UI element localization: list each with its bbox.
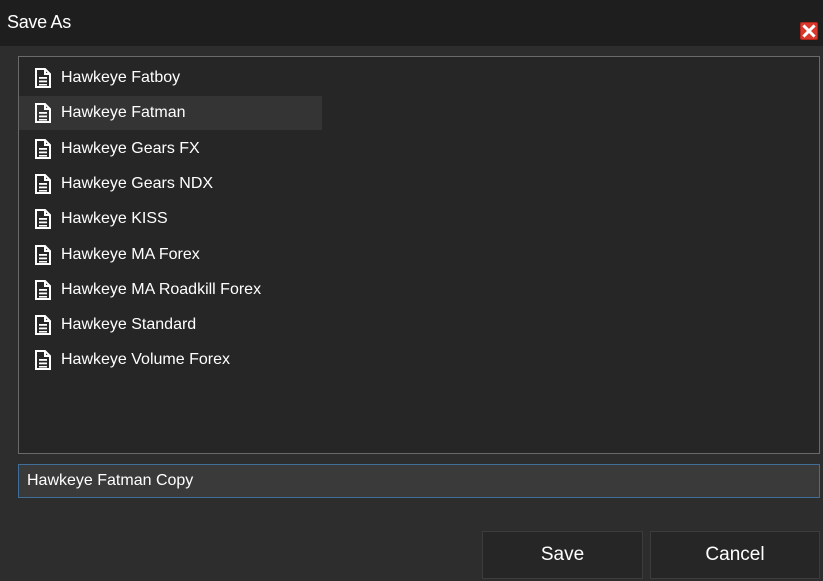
dialog-title: Save As bbox=[7, 12, 71, 32]
file-item-label: Hawkeye MA Roadkill Forex bbox=[61, 281, 262, 298]
document-icon bbox=[35, 209, 51, 229]
file-item-hawkeye-fatman[interactable]: Hawkeye Fatman bbox=[19, 96, 322, 130]
file-item-label: Hawkeye Standard bbox=[61, 316, 197, 333]
title-bar[interactable]: Save As bbox=[0, 0, 823, 46]
file-item-hawkeye-volume-forex[interactable]: Hawkeye Volume Forex bbox=[19, 343, 322, 377]
file-item-label: Hawkeye Fatman bbox=[61, 104, 186, 121]
file-item-label: Hawkeye Gears FX bbox=[61, 140, 200, 157]
close-icon[interactable] bbox=[800, 22, 818, 40]
save-as-dialog: Save As Hawkeye Fatboy Hawkeye Fatman Ha… bbox=[0, 0, 823, 581]
document-icon bbox=[35, 245, 51, 265]
file-item-hawkeye-kiss[interactable]: Hawkeye KISS bbox=[19, 202, 322, 236]
file-item-label: Hawkeye Fatboy bbox=[61, 69, 181, 86]
file-list[interactable]: Hawkeye Fatboy Hawkeye Fatman Hawkeye Ge… bbox=[18, 56, 820, 454]
file-item-hawkeye-fatboy[interactable]: Hawkeye Fatboy bbox=[19, 61, 322, 95]
document-icon bbox=[35, 139, 51, 159]
file-item-hawkeye-ma-forex[interactable]: Hawkeye MA Forex bbox=[19, 238, 322, 272]
filename-input[interactable] bbox=[18, 464, 820, 498]
file-item-label: Hawkeye Gears NDX bbox=[61, 175, 214, 192]
document-icon bbox=[35, 103, 51, 123]
document-icon bbox=[35, 68, 51, 88]
file-item-hawkeye-standard[interactable]: Hawkeye Standard bbox=[19, 308, 322, 342]
file-item-hawkeye-ma-roadkill-forex[interactable]: Hawkeye MA Roadkill Forex bbox=[19, 273, 322, 307]
file-item-label: Hawkeye MA Forex bbox=[61, 246, 200, 263]
document-icon bbox=[35, 174, 51, 194]
file-item-label: Hawkeye Volume Forex bbox=[61, 351, 230, 368]
file-item-label: Hawkeye KISS bbox=[61, 210, 168, 227]
cancel-button[interactable]: Cancel bbox=[650, 531, 820, 579]
save-button[interactable]: Save bbox=[482, 531, 643, 579]
document-icon bbox=[35, 350, 51, 370]
document-icon bbox=[35, 315, 51, 335]
file-item-hawkeye-gears-fx[interactable]: Hawkeye Gears FX bbox=[19, 132, 322, 166]
document-icon bbox=[35, 280, 51, 300]
file-item-hawkeye-gears-ndx[interactable]: Hawkeye Gears NDX bbox=[19, 167, 322, 201]
